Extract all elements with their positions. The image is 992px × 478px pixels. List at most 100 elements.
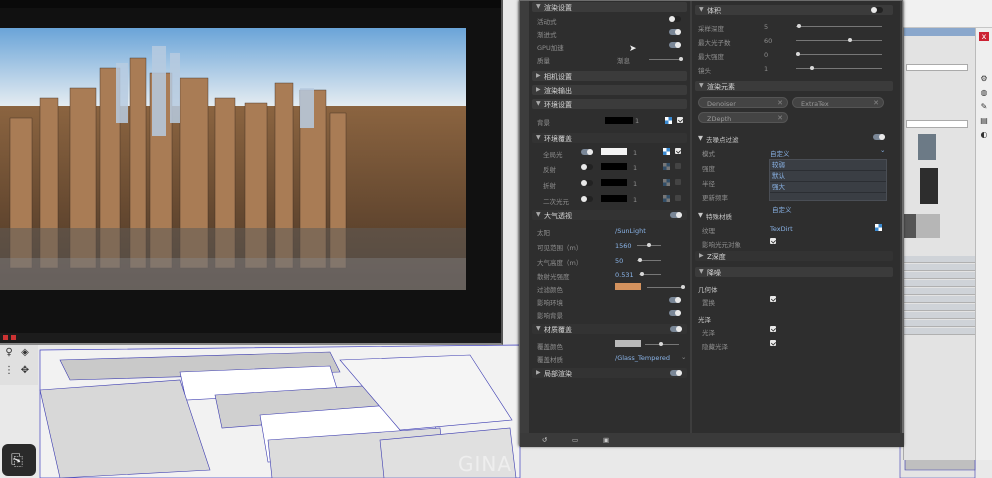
texture-icon[interactable]	[665, 117, 672, 124]
override-slider[interactable]	[645, 342, 679, 346]
select-tool-icon[interactable]: ♀	[3, 347, 15, 359]
mode-dropdown-list[interactable]: 较弱 默认 强大	[769, 159, 887, 201]
sun-intensity-value[interactable]: 0.531	[615, 271, 634, 279]
texture-icon[interactable]	[663, 163, 670, 170]
section-atmosphere[interactable]: ▼ 大气透视	[532, 210, 687, 220]
texture-value[interactable]: TexDirt	[770, 225, 793, 233]
chevron-down-icon[interactable]: ⌄	[880, 146, 885, 154]
atmosphere-toggle[interactable]	[670, 212, 682, 218]
secondary-swatch[interactable]	[601, 195, 627, 202]
section-material-override[interactable]: ▼ 材质覆盖	[532, 324, 687, 334]
override-material-select[interactable]: /Glass_Tempered	[615, 354, 670, 362]
reflection-swatch[interactable]	[601, 163, 627, 170]
visibility-slider[interactable]	[637, 243, 661, 247]
save-icon[interactable]: ▣	[603, 436, 609, 444]
max-intensity-slider[interactable]	[796, 52, 882, 56]
pen-icon[interactable]: ✎	[979, 102, 989, 111]
affect-all-checkbox[interactable]	[770, 238, 776, 244]
affect-bg-toggle[interactable]	[669, 310, 681, 316]
slider-knob[interactable]	[659, 342, 663, 346]
region-toggle[interactable]	[670, 370, 682, 376]
sampling-depth-slider[interactable]	[796, 24, 882, 28]
max-lights-slider[interactable]	[796, 38, 882, 42]
tray-row[interactable]	[904, 320, 976, 327]
slider-knob[interactable]	[647, 243, 651, 247]
render-window[interactable]	[0, 0, 503, 345]
secondary-checkbox[interactable]	[675, 195, 681, 201]
section-region-render[interactable]: ▶ 局部渲染	[532, 368, 687, 378]
slider-knob[interactable]	[848, 38, 852, 42]
tray-row[interactable]	[904, 296, 976, 303]
progressive-toggle[interactable]	[669, 29, 681, 35]
secondary-toggle[interactable]	[581, 196, 593, 202]
slider-knob[interactable]	[681, 285, 685, 289]
glossy-refl-checkbox[interactable]	[770, 340, 776, 346]
material-thumb[interactable]	[916, 214, 940, 238]
tray-row[interactable]	[904, 312, 976, 319]
slider-knob[interactable]	[679, 57, 683, 61]
sun-value[interactable]: /SunLight	[615, 227, 646, 235]
close-icon[interactable]: x	[979, 32, 989, 41]
layers-icon[interactable]: ▤	[979, 116, 989, 125]
refraction-checkbox[interactable]	[675, 179, 681, 185]
material-thumb[interactable]	[920, 168, 938, 204]
element-tag[interactable]: Denoiser ✕	[698, 97, 788, 108]
section-render-output[interactable]: ▶ 渲染输出	[532, 85, 687, 95]
filter-slider[interactable]	[647, 285, 685, 289]
denoise-filter-toggle[interactable]	[873, 134, 885, 140]
section-env-override[interactable]: ▼ 环境覆盖	[532, 133, 687, 143]
slider-knob[interactable]	[810, 66, 814, 70]
visibility-value[interactable]: 1560	[615, 242, 632, 250]
close-icon[interactable]: ✕	[873, 99, 879, 107]
open-folder-icon[interactable]: ▭	[572, 436, 578, 444]
slider-knob[interactable]	[640, 272, 644, 276]
reflection-toggle[interactable]	[581, 164, 593, 170]
tray-row[interactable]	[904, 256, 976, 263]
background-checkbox[interactable]	[677, 117, 683, 123]
override-color-swatch[interactable]	[615, 340, 641, 347]
shadow-icon[interactable]: ◐	[979, 130, 989, 139]
displacement-checkbox[interactable]	[770, 296, 776, 302]
gear-icon[interactable]: ⚙	[979, 74, 989, 83]
volume-toggle[interactable]	[871, 7, 883, 13]
sun-intensity-slider[interactable]	[639, 272, 661, 276]
quality-slider[interactable]	[649, 57, 683, 61]
atmo-height-value[interactable]: 50	[615, 257, 623, 265]
stop-icon[interactable]	[3, 335, 8, 340]
gloss-checkbox[interactable]	[770, 326, 776, 332]
chevron-down-icon[interactable]: ⌄	[681, 353, 686, 361]
close-icon[interactable]: ✕	[777, 114, 783, 122]
section-denoise[interactable]: ▼ 降噪	[695, 267, 893, 277]
gpu-toggle[interactable]	[669, 42, 681, 48]
dropdown-option[interactable]: 较弱	[770, 160, 886, 171]
tray-input[interactable]	[906, 64, 968, 71]
reflection-checkbox[interactable]	[675, 163, 681, 169]
close-icon[interactable]: ✕	[777, 99, 783, 107]
section-zdepth[interactable]: ▶ Z深度	[695, 251, 893, 261]
texture-icon[interactable]	[663, 195, 670, 202]
tray-select[interactable]	[906, 120, 968, 128]
record-icon[interactable]	[11, 335, 16, 340]
dropdown-option[interactable]: 强大	[770, 182, 886, 193]
material-thumb[interactable]	[904, 214, 916, 238]
panel-toggle-button[interactable]: ⎘	[2, 444, 36, 476]
material-override-toggle[interactable]	[670, 326, 682, 332]
gi-swatch[interactable]	[601, 148, 627, 155]
texture-icon[interactable]	[663, 148, 670, 155]
filter-color-swatch[interactable]	[615, 283, 641, 290]
dropdown-option[interactable]: 默认	[770, 171, 886, 182]
tray-row[interactable]	[904, 328, 976, 335]
background-swatch[interactable]	[605, 117, 633, 124]
gi-toggle[interactable]	[581, 149, 593, 155]
atmo-height-slider[interactable]	[637, 258, 661, 262]
section-render-elements[interactable]: ▼ 渲染元素	[695, 81, 893, 91]
slider-knob[interactable]	[638, 258, 642, 262]
refraction-toggle[interactable]	[581, 180, 593, 186]
section-camera[interactable]: ▶ 相机设置	[532, 71, 687, 81]
globe-icon[interactable]: ◍	[979, 88, 989, 97]
section-render-settings[interactable]: ▼ 渲染设置	[532, 2, 687, 12]
move-tool-icon[interactable]: ✥	[19, 365, 31, 377]
affect-env-toggle[interactable]	[669, 297, 681, 303]
section-volume[interactable]: ▼ 体积	[695, 5, 893, 15]
refraction-swatch[interactable]	[601, 179, 627, 186]
